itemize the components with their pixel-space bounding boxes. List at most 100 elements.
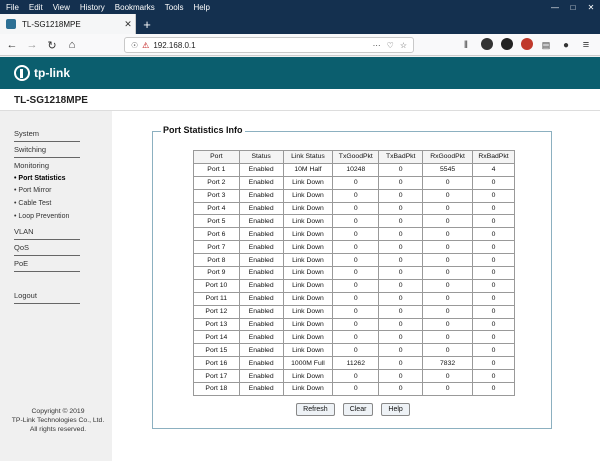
- page-actions-icon[interactable]: ⋯: [373, 41, 381, 50]
- reload-icon[interactable]: ↻: [44, 37, 60, 53]
- address-bar[interactable]: ☉ ⚠ 192.168.0.1 ⋯ ♡ ☆: [124, 37, 414, 53]
- table-cell: 0: [378, 330, 424, 345]
- bookmark-star-icon[interactable]: ☆: [400, 41, 407, 50]
- table-cell: Enabled: [238, 227, 284, 242]
- url-text[interactable]: 192.168.0.1: [153, 41, 372, 50]
- table-cell: 0: [378, 162, 424, 177]
- table-cell: 0: [472, 278, 515, 293]
- table-row: Port 6 Enabled Link Down 0 0 0 0: [193, 227, 515, 242]
- table-cell: Link Down: [282, 278, 334, 293]
- sidebar-item-qos[interactable]: QoS: [14, 243, 80, 256]
- close-icon[interactable]: ✕: [582, 0, 600, 14]
- pocket-icon[interactable]: ♡: [387, 41, 394, 50]
- sidebar-sub-port-mirror[interactable]: • Port Mirror: [14, 187, 51, 194]
- table-cell: 0: [472, 240, 515, 255]
- table-cell: 0: [422, 253, 474, 268]
- model-bar: TL-SG1218MPE: [0, 89, 600, 111]
- table-cell: Enabled: [238, 278, 284, 293]
- table-cell: 0: [472, 356, 515, 371]
- sidebar-item-logout[interactable]: Logout: [14, 291, 80, 304]
- tab-strip: TL-SG1218MPE ✕ +: [0, 14, 600, 34]
- table-cell: 0: [422, 304, 474, 319]
- device-header: tp-link: [0, 57, 600, 89]
- copyright-line: TP-Link Technologies Co., Ltd.: [11, 417, 105, 424]
- adblock-icon[interactable]: [521, 38, 533, 50]
- table-cell: 0: [472, 175, 515, 190]
- menu-bookmarks[interactable]: Bookmarks: [110, 3, 160, 12]
- table-cell: 0: [378, 369, 424, 384]
- table-cell: 0: [472, 188, 515, 203]
- table-cell: Enabled: [238, 240, 284, 255]
- back-icon[interactable]: ←: [4, 37, 20, 53]
- table-cell: 10248: [332, 162, 380, 177]
- refresh-button[interactable]: Refresh: [296, 403, 335, 416]
- table-cell: Link Down: [282, 330, 334, 345]
- tab-close-icon[interactable]: ✕: [121, 19, 135, 30]
- library-icon[interactable]: ‖: [458, 37, 474, 53]
- nav-bar: ← → ↻ ⌂ ☉ ⚠ 192.168.0.1 ⋯ ♡ ☆ ‖ ▤ ● ≡: [0, 34, 600, 56]
- table-cell: 0: [472, 330, 515, 345]
- copyright-line: Copyright © 2019: [31, 408, 85, 415]
- table-cell: Link Down: [282, 304, 334, 319]
- sidebar-sub-label: Port Statistics: [18, 175, 66, 182]
- insecure-lock-icon[interactable]: ⚠: [142, 41, 149, 50]
- table-cell: 0: [378, 240, 424, 255]
- table-cell: Link Down: [282, 240, 334, 255]
- col-header: Port: [193, 150, 240, 164]
- menu-edit[interactable]: Edit: [24, 3, 48, 12]
- sidebar-item-switching[interactable]: Switching: [14, 145, 80, 158]
- table-cell: Port 16: [193, 356, 240, 371]
- menu-view[interactable]: View: [48, 3, 75, 12]
- table-cell: Link Down: [282, 214, 334, 229]
- shield-icon[interactable]: ☉: [131, 41, 138, 50]
- menu-file[interactable]: File: [0, 3, 24, 12]
- table-cell: 0: [378, 175, 424, 190]
- table-cell: 0: [332, 188, 380, 203]
- table-cell: 0: [378, 188, 424, 203]
- table-row: Port 11 Enabled Link Down 0 0 0 0: [193, 291, 515, 306]
- menu-history[interactable]: History: [75, 3, 110, 12]
- table-cell: 11262: [332, 356, 380, 371]
- table-cell: Port 17: [193, 369, 240, 384]
- sidebar-item-system[interactable]: System: [14, 129, 80, 142]
- table-cell: Port 9: [193, 266, 240, 280]
- new-tab-icon[interactable]: +: [138, 14, 156, 34]
- table-cell: Link Down: [282, 343, 334, 358]
- menu-hamburger-icon[interactable]: ≡: [578, 37, 594, 53]
- table-cell: 0: [422, 240, 474, 255]
- table-cell: 0: [378, 317, 424, 332]
- minimize-icon[interactable]: —: [546, 0, 564, 14]
- table-cell: Port 18: [193, 382, 240, 396]
- table-row: Port 3 Enabled Link Down 0 0 0 0: [193, 188, 515, 203]
- table-cell: 0: [332, 266, 380, 280]
- account-icon[interactable]: ●: [558, 37, 574, 53]
- sidebar: System Switching Monitoring • Port Stati…: [0, 111, 112, 461]
- sidebar-item-monitoring[interactable]: Monitoring: [14, 161, 80, 173]
- sidebar-sub-cable-test[interactable]: • Cable Test: [14, 200, 51, 207]
- extension-icon[interactable]: [501, 38, 513, 50]
- table-cell: Enabled: [238, 201, 284, 216]
- table-row: Port 16 Enabled 1000M Full 11262 0 7832 0: [193, 356, 515, 371]
- browser-tab[interactable]: TL-SG1218MPE ✕: [0, 14, 136, 34]
- table-cell: Port 12: [193, 304, 240, 319]
- table-cell: 0: [332, 291, 380, 306]
- sidebar-sub-loop-prevention[interactable]: • Loop Prevention: [14, 213, 69, 220]
- table-cell: 0: [422, 266, 474, 280]
- sidebar-sub-port-statistics[interactable]: • Port Statistics: [14, 175, 65, 182]
- sidebar-item-poe[interactable]: PoE: [14, 259, 80, 272]
- help-button[interactable]: Help: [381, 403, 410, 416]
- reader-icon[interactable]: ▤: [538, 37, 554, 53]
- table-cell: 0: [472, 369, 515, 384]
- table-cell: 0: [422, 291, 474, 306]
- sidebar-item-vlan[interactable]: VLAN: [14, 227, 80, 240]
- table-cell: 4: [472, 162, 515, 177]
- home-icon[interactable]: ⌂: [64, 37, 80, 53]
- forward-icon[interactable]: →: [24, 37, 40, 53]
- menu-tools[interactable]: Tools: [160, 3, 189, 12]
- table-cell: Port 5: [193, 214, 240, 229]
- sync-icon[interactable]: [481, 38, 493, 50]
- menu-help[interactable]: Help: [188, 3, 214, 12]
- clear-button[interactable]: Clear: [342, 403, 374, 416]
- table-cell: 0: [472, 201, 515, 216]
- maximize-icon[interactable]: □: [564, 0, 582, 14]
